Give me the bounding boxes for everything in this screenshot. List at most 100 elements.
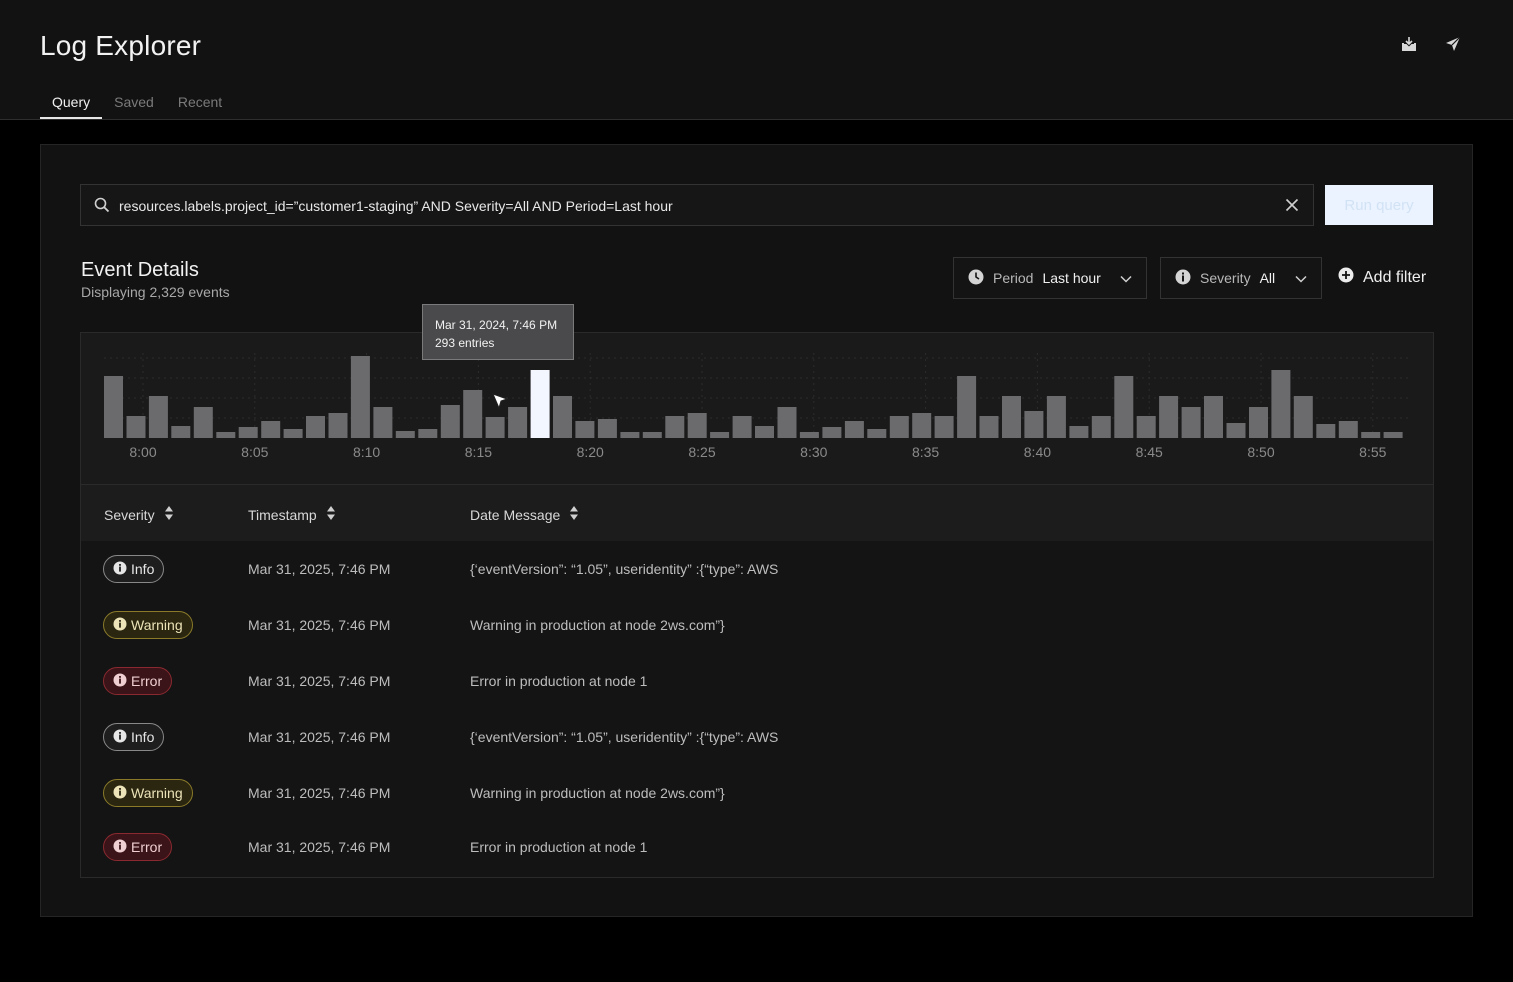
histogram-bar[interactable] <box>1316 424 1336 438</box>
run-query-button[interactable]: Run query <box>1325 185 1433 225</box>
severity-label: Error <box>131 673 163 689</box>
histogram-bar[interactable] <box>1002 396 1021 438</box>
histogram-bar[interactable] <box>889 416 909 438</box>
row-message: Warning in production at node 2ws.com”} <box>470 785 725 801</box>
severity-label: Warning <box>131 617 183 633</box>
search-icon <box>94 197 110 218</box>
histogram-bar[interactable] <box>1159 396 1179 438</box>
histogram-bar[interactable] <box>1271 370 1291 438</box>
histogram-bar[interactable] <box>934 416 954 438</box>
histogram-bar[interactable] <box>1114 376 1134 438</box>
histogram-bar[interactable] <box>799 432 819 438</box>
tab-query[interactable]: Query <box>40 86 103 119</box>
chevron-down-icon <box>1120 270 1132 286</box>
histogram-bar[interactable] <box>1383 432 1403 438</box>
histogram-bar[interactable] <box>126 416 146 438</box>
histogram-bar[interactable] <box>755 426 774 438</box>
histogram-bar[interactable] <box>822 427 842 438</box>
table-row[interactable]: Warning Mar 31, 2025, 7:46 PM Warning in… <box>81 597 1433 653</box>
table-row[interactable]: Error Mar 31, 2025, 7:46 PM Error in pro… <box>81 819 1433 875</box>
close-icon[interactable] <box>1285 198 1299 217</box>
row-message: Error in production at node 1 <box>470 673 648 689</box>
info-icon <box>113 839 127 856</box>
table-row[interactable]: Error Mar 31, 2025, 7:46 PM Error in pro… <box>81 653 1433 709</box>
histogram-bar[interactable] <box>193 407 213 438</box>
histogram-bar[interactable] <box>575 421 595 438</box>
severity-badge: Info <box>103 723 165 751</box>
histogram-bar[interactable] <box>912 413 932 438</box>
histogram-bar[interactable] <box>395 431 415 438</box>
tab-recent[interactable]: Recent <box>166 86 234 119</box>
row-timestamp: Mar 31, 2025, 7:46 PM <box>248 617 391 633</box>
histogram-bar[interactable] <box>1069 426 1089 438</box>
severity-label: Info <box>131 729 155 745</box>
histogram-bar[interactable] <box>1046 396 1066 438</box>
histogram-bar[interactable] <box>1226 423 1246 438</box>
histogram-bar[interactable] <box>1024 411 1044 438</box>
column-header-severity[interactable]: Severity <box>104 505 174 524</box>
histogram-bar[interactable] <box>418 429 438 438</box>
column-label: Timestamp <box>248 506 317 523</box>
histogram-bar[interactable] <box>844 421 864 438</box>
info-icon <box>113 561 127 578</box>
histogram-bar[interactable] <box>642 432 662 438</box>
search-input[interactable] <box>119 195 1269 217</box>
histogram-bar[interactable] <box>1091 416 1111 438</box>
histogram-bar[interactable] <box>867 429 887 438</box>
histogram-bar[interactable] <box>1293 396 1313 438</box>
histogram-bar[interactable] <box>1204 396 1223 438</box>
info-icon <box>113 729 127 746</box>
table-row[interactable]: Info Mar 31, 2025, 7:46 PM {‘eventVersio… <box>81 709 1433 765</box>
histogram-bar[interactable] <box>979 416 999 438</box>
histogram-bar[interactable] <box>350 356 370 438</box>
histogram-bar[interactable] <box>1361 432 1381 438</box>
histogram-bar[interactable] <box>216 432 236 438</box>
histogram-bar[interactable] <box>283 429 303 438</box>
tab-saved[interactable]: Saved <box>102 86 166 119</box>
download-icon[interactable] <box>1398 33 1420 55</box>
histogram-bar[interactable] <box>1249 407 1268 438</box>
table-row[interactable]: Info Mar 31, 2025, 7:46 PM {‘eventVersio… <box>81 541 1433 597</box>
cursor-icon <box>492 393 509 410</box>
histogram-bar[interactable] <box>306 416 325 438</box>
histogram-bar[interactable] <box>687 413 707 438</box>
histogram-bar[interactable] <box>620 432 640 438</box>
severity-badge: Info <box>103 555 165 583</box>
histogram-bar[interactable] <box>1181 407 1201 438</box>
send-icon[interactable] <box>1442 33 1464 55</box>
column-header-message[interactable]: Date Message <box>470 505 579 524</box>
table-row[interactable]: Warning Mar 31, 2025, 7:46 PM Warning in… <box>81 765 1433 821</box>
histogram-bar[interactable] <box>508 407 528 438</box>
row-message: Error in production at node 1 <box>470 839 648 855</box>
severity-badge: Warning <box>103 611 193 639</box>
histogram-bar[interactable] <box>171 426 191 438</box>
histogram-bar[interactable] <box>485 417 505 438</box>
histogram-bar[interactable] <box>777 407 797 438</box>
histogram-bar[interactable] <box>597 419 617 438</box>
histogram-bar[interactable] <box>328 413 348 438</box>
histogram-bar[interactable] <box>553 396 572 438</box>
severity-filter[interactable]: Severity All <box>1160 257 1322 299</box>
add-filter-button[interactable]: Add filter <box>1338 267 1426 288</box>
period-filter[interactable]: Period Last hour <box>953 257 1147 299</box>
histogram-bar[interactable] <box>665 416 685 438</box>
histogram-bar[interactable] <box>104 376 123 438</box>
histogram-bar[interactable] <box>373 407 393 438</box>
info-icon <box>113 617 127 634</box>
histogram-bar[interactable] <box>710 432 730 438</box>
histogram-bar-selected[interactable] <box>530 370 550 438</box>
histogram-bar[interactable] <box>148 396 168 438</box>
column-header-timestamp[interactable]: Timestamp <box>248 505 336 524</box>
add-filter-label: Add filter <box>1363 268 1427 286</box>
info-icon <box>1175 269 1191 288</box>
x-tick-label: 8:25 <box>688 444 715 460</box>
histogram-bar[interactable] <box>732 416 752 438</box>
histogram-bar[interactable] <box>1136 416 1156 438</box>
histogram-bar[interactable] <box>261 421 281 438</box>
histogram-bar[interactable] <box>957 376 977 438</box>
histogram-bar[interactable] <box>463 390 483 438</box>
histogram-bar[interactable] <box>440 405 460 438</box>
tooltip-date: Mar 31, 2024, 7:46 PM <box>435 318 558 332</box>
histogram-bar[interactable] <box>238 427 258 438</box>
histogram-bar[interactable] <box>1338 421 1358 438</box>
